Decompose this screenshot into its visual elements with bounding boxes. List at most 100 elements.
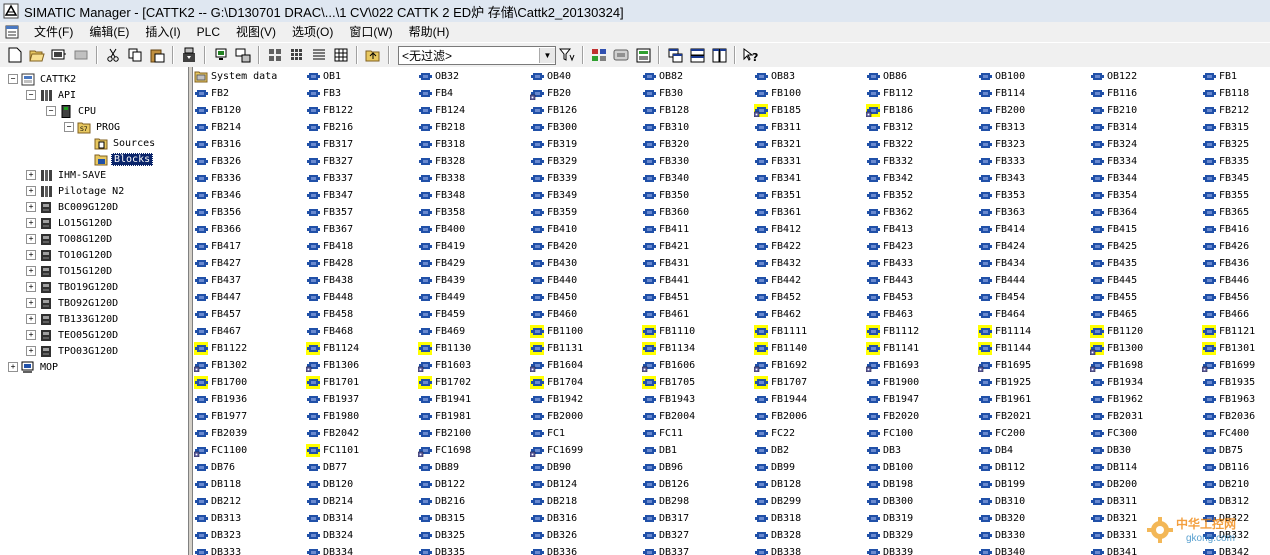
block-item[interactable]: FB329 bbox=[530, 153, 642, 170]
tree-node-sources[interactable]: Sources bbox=[82, 135, 157, 151]
memory-card-icon[interactable] bbox=[71, 45, 91, 65]
block-item[interactable]: FB328 bbox=[418, 153, 530, 170]
block-item[interactable]: FB216 bbox=[306, 119, 418, 136]
window-tile-v-icon[interactable] bbox=[709, 45, 729, 65]
paste-icon[interactable] bbox=[147, 45, 167, 65]
block-item[interactable]: DB120 bbox=[306, 476, 418, 493]
block-item[interactable]: FB458 bbox=[306, 306, 418, 323]
expand-icon[interactable]: + bbox=[26, 330, 36, 340]
block-item[interactable]: FB118 bbox=[1202, 85, 1270, 102]
block-item[interactable]: FB1100 bbox=[530, 323, 642, 340]
block-item[interactable]: FB1134 bbox=[642, 340, 754, 357]
menu-plc[interactable]: PLC bbox=[189, 23, 228, 41]
tree-node-blocks[interactable]: Blocks bbox=[82, 151, 154, 167]
block-item[interactable]: FB1124 bbox=[306, 340, 418, 357]
block-item[interactable]: FB310 bbox=[642, 119, 754, 136]
block-item[interactable]: FB443 bbox=[866, 272, 978, 289]
menu-help[interactable]: 帮助(H) bbox=[401, 23, 458, 41]
block-item[interactable]: FB333 bbox=[978, 153, 1090, 170]
block-item[interactable]: FB1935 bbox=[1202, 374, 1270, 391]
block-item[interactable]: FB348 bbox=[418, 187, 530, 204]
block-item[interactable]: FB321 bbox=[754, 136, 866, 153]
block-item[interactable]: FB463 bbox=[866, 306, 978, 323]
block-item[interactable]: OB82 bbox=[642, 68, 754, 85]
block-item[interactable]: DB122 bbox=[418, 476, 530, 493]
block-item[interactable]: FB358 bbox=[418, 204, 530, 221]
accessible-nodes-icon[interactable] bbox=[49, 45, 69, 65]
block-item[interactable]: FB415 bbox=[1090, 221, 1202, 238]
block-item[interactable]: FB411 bbox=[642, 221, 754, 238]
block-item[interactable]: FB1943 bbox=[642, 391, 754, 408]
expand-icon[interactable]: + bbox=[26, 234, 36, 244]
copy-icon[interactable] bbox=[125, 45, 145, 65]
block-item[interactable]: FB4 bbox=[418, 85, 530, 102]
block-item[interactable]: FB1604 bbox=[530, 357, 642, 374]
block-item[interactable]: FB414 bbox=[978, 221, 1090, 238]
block-item[interactable]: FB185 bbox=[754, 102, 866, 119]
block-item[interactable]: FB464 bbox=[978, 306, 1090, 323]
block-item[interactable]: FB344 bbox=[1090, 170, 1202, 187]
block-item[interactable]: FB459 bbox=[418, 306, 530, 323]
block-item[interactable]: DB77 bbox=[306, 459, 418, 476]
block-item[interactable]: FB456 bbox=[1202, 289, 1270, 306]
block-item[interactable]: OB32 bbox=[418, 68, 530, 85]
block-item[interactable]: DB319 bbox=[866, 510, 978, 527]
block-item[interactable]: FB428 bbox=[306, 255, 418, 272]
block-item[interactable]: FB341 bbox=[754, 170, 866, 187]
block-item[interactable]: FB367 bbox=[306, 221, 418, 238]
block-item[interactable]: OB83 bbox=[754, 68, 866, 85]
block-item[interactable]: FB322 bbox=[866, 136, 978, 153]
block-item[interactable]: FB332 bbox=[866, 153, 978, 170]
block-item[interactable]: FB439 bbox=[418, 272, 530, 289]
block-item[interactable]: FB1302 bbox=[194, 357, 306, 374]
block-item[interactable]: FB1114 bbox=[978, 323, 1090, 340]
block-item[interactable]: DB314 bbox=[306, 510, 418, 527]
block-item[interactable]: FB413 bbox=[866, 221, 978, 238]
block-item[interactable]: FB1110 bbox=[642, 323, 754, 340]
block-item[interactable]: DB329 bbox=[866, 527, 978, 544]
block-item[interactable]: DB118 bbox=[194, 476, 306, 493]
block-item[interactable]: FB441 bbox=[642, 272, 754, 289]
block-item[interactable]: FB116 bbox=[1090, 85, 1202, 102]
block-item[interactable]: FB1925 bbox=[978, 374, 1090, 391]
collapse-icon[interactable]: − bbox=[46, 106, 56, 116]
tree-node-to10g120d[interactable]: + TO10G120D bbox=[26, 247, 114, 263]
block-item[interactable]: DB339 bbox=[866, 544, 978, 555]
block-item[interactable]: FB364 bbox=[1090, 204, 1202, 221]
block-item[interactable]: DB89 bbox=[418, 459, 530, 476]
block-item[interactable]: FB20 bbox=[530, 85, 642, 102]
block-item[interactable]: FB461 bbox=[642, 306, 754, 323]
block-item[interactable]: FB30 bbox=[642, 85, 754, 102]
block-item[interactable]: DB100 bbox=[866, 459, 978, 476]
block-item[interactable]: FB315 bbox=[1202, 119, 1270, 136]
block-item[interactable]: FB1131 bbox=[530, 340, 642, 357]
block-item[interactable]: FB1947 bbox=[866, 391, 978, 408]
window-cascade-icon[interactable] bbox=[665, 45, 685, 65]
details-icon[interactable] bbox=[331, 45, 351, 65]
menu-view[interactable]: 视图(V) bbox=[228, 23, 284, 41]
block-item[interactable]: OB40 bbox=[530, 68, 642, 85]
block-item[interactable]: DB335 bbox=[418, 544, 530, 555]
block-item[interactable]: FB432 bbox=[754, 255, 866, 272]
tree-node-bc009g120d[interactable]: + BC009G120D bbox=[26, 199, 120, 215]
block-item[interactable]: DB76 bbox=[194, 459, 306, 476]
block-item[interactable]: FB357 bbox=[306, 204, 418, 221]
new-icon[interactable] bbox=[5, 45, 25, 65]
block-item[interactable]: DB218 bbox=[530, 493, 642, 510]
block-item[interactable]: FB128 bbox=[642, 102, 754, 119]
block-item[interactable]: FB468 bbox=[306, 323, 418, 340]
block-item[interactable]: FB1121 bbox=[1202, 323, 1270, 340]
block-item[interactable]: FB434 bbox=[978, 255, 1090, 272]
block-item[interactable]: DB112 bbox=[978, 459, 1090, 476]
block-item[interactable]: FB336 bbox=[194, 170, 306, 187]
block-item[interactable]: DB334 bbox=[306, 544, 418, 555]
offline-icon[interactable] bbox=[233, 45, 253, 65]
large-icons-icon[interactable] bbox=[265, 45, 285, 65]
block-item[interactable]: FB1301 bbox=[1202, 340, 1270, 357]
block-item[interactable]: FB435 bbox=[1090, 255, 1202, 272]
block-item[interactable]: FB337 bbox=[306, 170, 418, 187]
block-item[interactable]: FB331 bbox=[754, 153, 866, 170]
block-item[interactable]: FB1700 bbox=[194, 374, 306, 391]
block-item[interactable]: FB362 bbox=[866, 204, 978, 221]
block-item[interactable]: DB30 bbox=[1090, 442, 1202, 459]
